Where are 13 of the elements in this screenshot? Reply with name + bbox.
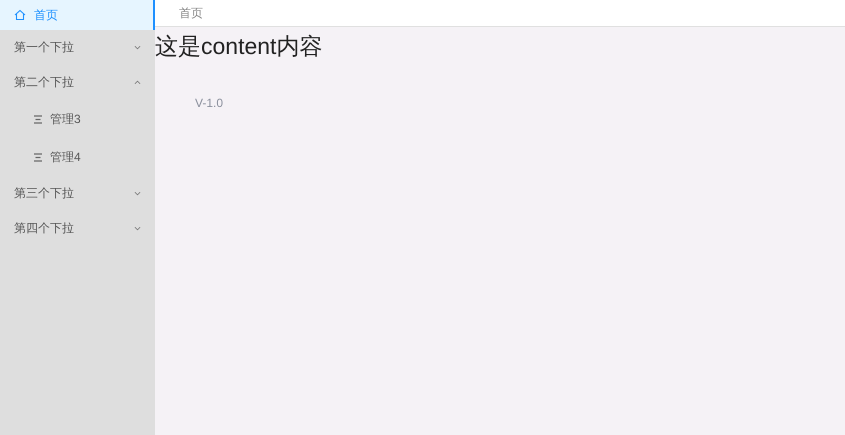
menu-icon	[33, 152, 43, 162]
home-icon	[14, 9, 26, 21]
submenu-item[interactable]: 管理3	[0, 100, 155, 138]
submenu-title[interactable]: 第一个下拉	[0, 30, 155, 65]
submenu-title[interactable]: 第四个下拉	[0, 211, 155, 246]
breadcrumb-item[interactable]: 首页	[179, 4, 203, 22]
submenu-title[interactable]: 第二个下拉	[0, 65, 155, 100]
version-label: V-1.0	[195, 96, 224, 110]
submenu-title[interactable]: 第三个下拉	[0, 176, 155, 211]
menu-icon	[33, 114, 43, 124]
content-heading: 这是content内容	[155, 32, 324, 61]
submenu-item[interactable]: 管理4	[0, 138, 155, 176]
menu-item[interactable]: 首页	[0, 0, 155, 30]
